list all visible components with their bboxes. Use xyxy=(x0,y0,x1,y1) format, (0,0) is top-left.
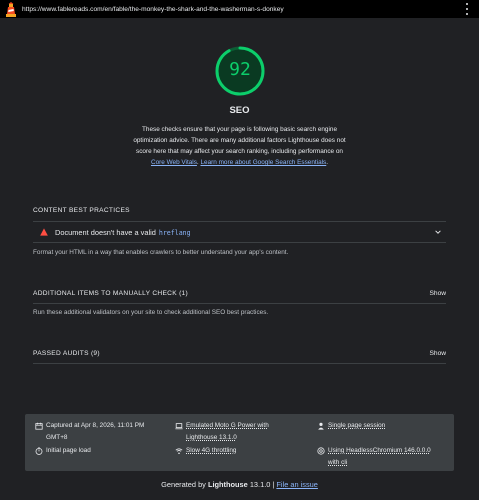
session-text[interactable]: Single page session xyxy=(328,420,385,432)
chevron-down-icon[interactable] xyxy=(434,228,442,236)
browser-top-bar: https://www.fablereads.com/en/fable/the-… xyxy=(0,0,479,18)
person-icon xyxy=(318,422,324,430)
run-environment-box: Captured at Apr 8, 2026, 11:01 PM GMT+8 … xyxy=(25,414,454,471)
manual-check-heading[interactable]: ADDITIONAL ITEMS TO MANUALLY CHECK (1) S… xyxy=(33,290,446,297)
generated-version: 13.1.0 | xyxy=(247,480,277,489)
description-text: These checks ensure that your page is fo… xyxy=(133,126,346,155)
page-load-item: Initial page load xyxy=(35,445,91,457)
wifi-icon xyxy=(175,448,183,455)
generated-product: Lighthouse xyxy=(207,480,248,489)
browser-item: Using HeadlessChromium 146.0.0.0 with cl… xyxy=(317,445,442,469)
manual-check-show-button[interactable]: Show xyxy=(430,290,447,297)
more-options-icon[interactable] xyxy=(465,3,469,15)
session-item: Single page session xyxy=(317,420,385,432)
manual-check-title: ADDITIONAL ITEMS TO MANUALLY CHECK (1) xyxy=(33,290,189,297)
divider xyxy=(33,363,446,364)
captured-at-text: Captured at Apr 8, 2026, 11:01 PM GMT+8 xyxy=(46,422,145,441)
audit-title: Document doesn't have a valid hreflang xyxy=(55,228,191,237)
divider xyxy=(33,221,446,222)
generated-prefix: Generated by xyxy=(161,480,208,489)
throttling-text[interactable]: Slow 4G throttling xyxy=(186,445,236,457)
device-text[interactable]: Emulated Moto G Power with Lighthouse 13… xyxy=(186,420,295,444)
description-end: . xyxy=(326,159,329,166)
passed-audits-title: PASSED AUDITS (9) xyxy=(33,350,100,357)
hreflang-audit-row[interactable]: Document doesn't have a valid hreflang xyxy=(33,224,446,240)
content-best-practices-heading: CONTENT BEST PRACTICES xyxy=(33,207,130,214)
browser-text[interactable]: Using HeadlessChromium 146.0.0.0 with cl… xyxy=(328,445,442,469)
fail-triangle-icon xyxy=(40,228,48,236)
manual-check-help: Run these additional validators on your … xyxy=(33,309,269,316)
audit-title-code: hreflang xyxy=(158,228,191,237)
seo-category-title: SEO xyxy=(229,105,250,116)
device-item: Emulated Moto G Power with Lighthouse 13… xyxy=(175,420,295,444)
laptop-icon xyxy=(175,423,183,430)
timer-icon xyxy=(35,447,43,455)
learn-more-link[interactable]: Learn more about Google Search Essential… xyxy=(200,159,326,166)
content-best-practices-help: Format your HTML in a way that enables c… xyxy=(33,249,289,256)
page-load-text: Initial page load xyxy=(46,447,91,454)
throttling-item: Slow 4G throttling xyxy=(175,445,236,457)
audit-title-text: Document doesn't have a valid xyxy=(55,227,156,237)
page-url: https://www.fablereads.com/en/fable/the-… xyxy=(22,5,284,13)
divider xyxy=(33,242,446,243)
captured-at-item: Captured at Apr 8, 2026, 11:01 PM GMT+8 xyxy=(35,420,155,444)
seo-score-value: 92 xyxy=(229,59,251,80)
file-an-issue-link[interactable]: File an issue xyxy=(276,480,318,489)
generated-by-footer: Generated by Lighthouse 13.1.0 | File an… xyxy=(0,480,479,489)
lighthouse-logo-icon xyxy=(6,2,16,17)
core-web-vitals-link[interactable]: Core Web Vitals xyxy=(151,159,197,166)
calendar-icon xyxy=(35,422,43,430)
seo-description: These checks ensure that your page is fo… xyxy=(132,124,347,168)
passed-audits-heading[interactable]: PASSED AUDITS (9) Show xyxy=(33,350,446,357)
chrome-icon xyxy=(317,447,325,455)
passed-audits-show-button[interactable]: Show xyxy=(430,350,447,357)
divider xyxy=(33,303,446,304)
